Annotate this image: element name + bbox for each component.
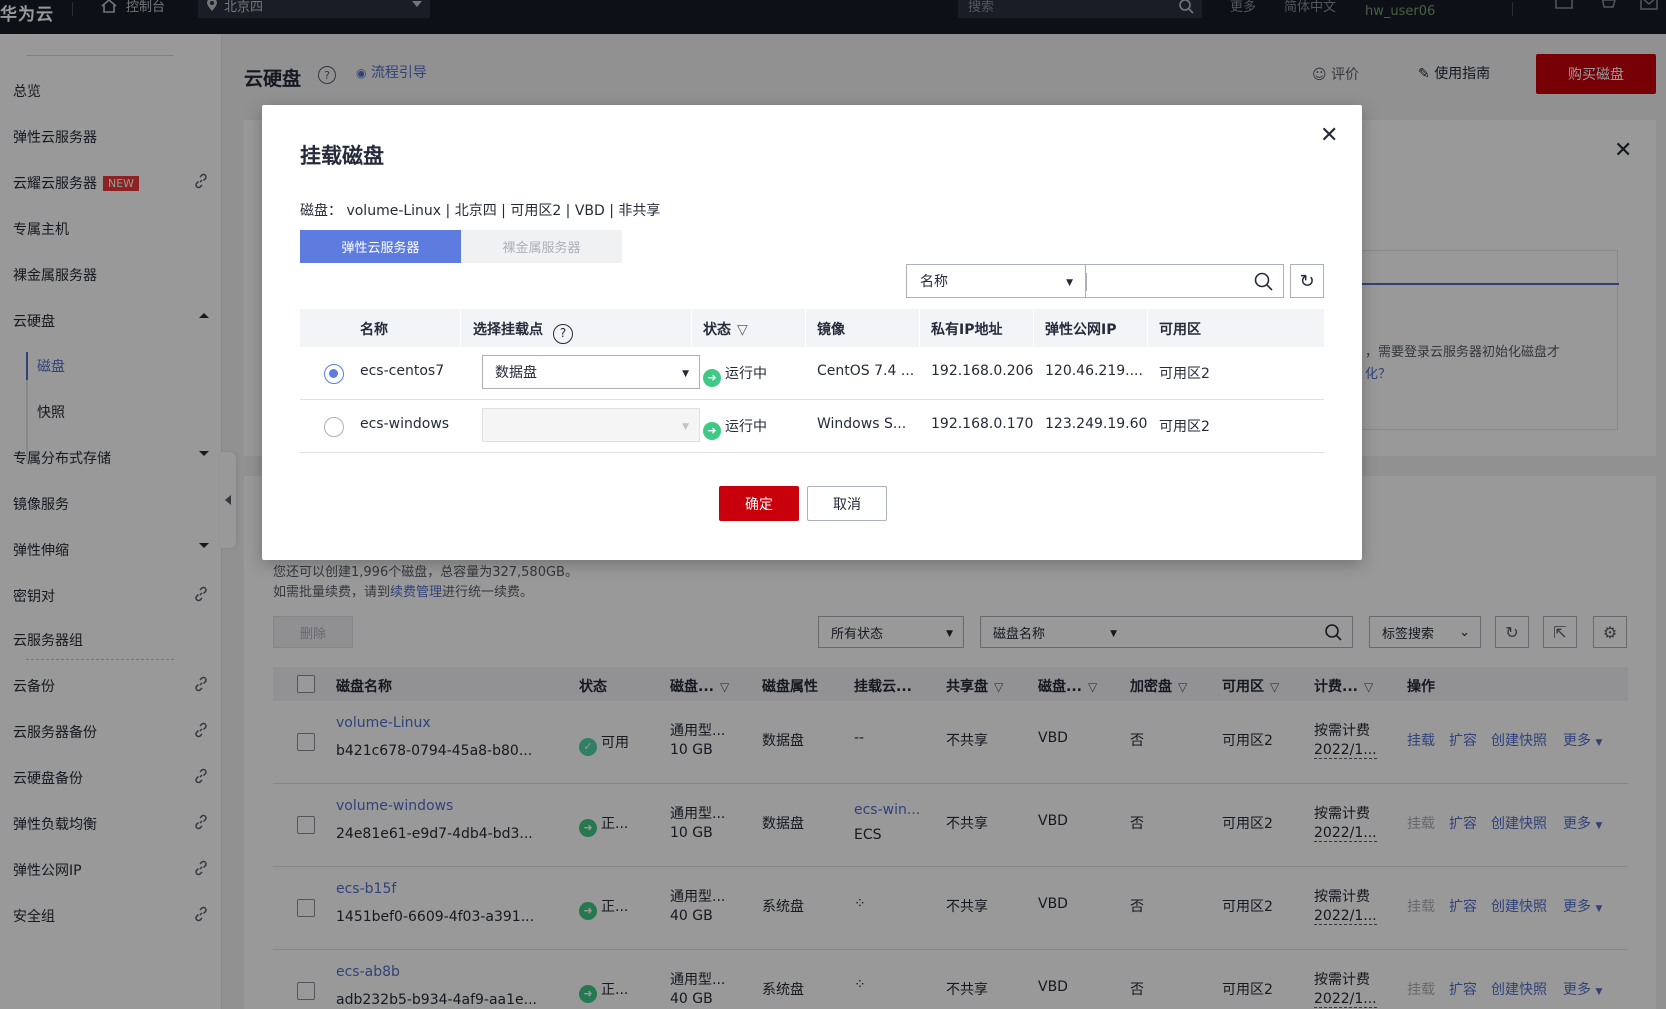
chevron-down-icon: ▼ bbox=[1066, 278, 1073, 288]
eip-value: 123.249.19.60 bbox=[1045, 416, 1148, 432]
close-icon[interactable]: ✕ bbox=[1320, 123, 1338, 148]
chevron-down-icon: ▼ bbox=[682, 422, 689, 432]
dialog-title: 挂载磁盘 bbox=[300, 144, 384, 168]
image-value: Windows S... bbox=[817, 416, 907, 432]
col-eip: 弹性公网IP bbox=[1045, 322, 1117, 338]
divider bbox=[691, 309, 692, 347]
private-ip: 192.168.0.206 bbox=[931, 363, 1034, 379]
status-text: 运行中 bbox=[725, 419, 767, 435]
confirm-button[interactable]: 确定 bbox=[719, 486, 799, 521]
col-mount-point: 选择挂载点? bbox=[473, 319, 573, 344]
private-ip: 192.168.0.170 bbox=[931, 416, 1034, 432]
col-name: 名称 bbox=[360, 322, 388, 338]
col-status[interactable]: 状态 ▽ bbox=[703, 319, 748, 339]
attach-disk-dialog: 挂载磁盘 ✕ 磁盘： volume-Linux | 北京四 | 可用区2 | V… bbox=[262, 105, 1362, 560]
col-az: 可用区 bbox=[1159, 322, 1201, 338]
server-row[interactable]: ecs-centos7 数据盘 ▼ ➜ 运行中 CentOS 7.4 ... 19… bbox=[300, 347, 1324, 400]
col-label: 选择挂载点 bbox=[473, 322, 543, 338]
server-name: ecs-centos7 bbox=[360, 363, 445, 379]
az-value: 可用区2 bbox=[1159, 366, 1210, 382]
status-cell: ➜ 运行中 bbox=[703, 363, 767, 387]
tab-ecs[interactable]: 弹性云服务器 bbox=[300, 230, 461, 263]
server-name: ecs-windows bbox=[360, 416, 450, 432]
col-private-ip: 私有IP地址 bbox=[931, 322, 1003, 338]
col-label: 状态 bbox=[703, 322, 731, 338]
refresh-icon: ↻ bbox=[1299, 270, 1315, 292]
server-search-input[interactable] bbox=[1086, 264, 1284, 298]
row-radio[interactable] bbox=[324, 364, 344, 384]
help-icon[interactable]: ? bbox=[553, 324, 573, 344]
mount-point-select[interactable]: 数据盘 ▼ bbox=[482, 355, 700, 389]
status-cell: ➜ 运行中 bbox=[703, 416, 767, 440]
chevron-down-icon: ▼ bbox=[682, 369, 689, 379]
row-radio[interactable] bbox=[324, 417, 344, 437]
search-icon[interactable] bbox=[1253, 271, 1273, 291]
server-row[interactable]: ecs-windows ▼ ➜ 运行中 Windows S... 192.168.… bbox=[300, 400, 1324, 453]
divider bbox=[919, 309, 920, 347]
status-text: 运行中 bbox=[725, 366, 767, 382]
server-table-header: 名称 选择挂载点? 状态 ▽ 镜像 私有IP地址 弹性公网IP 可用区 bbox=[300, 309, 1324, 347]
mount-point-select: ▼ bbox=[482, 408, 700, 442]
mount-point-value: 数据盘 bbox=[495, 365, 537, 381]
arrow-circle-icon: ➜ bbox=[703, 422, 721, 440]
cancel-button[interactable]: 取消 bbox=[807, 486, 887, 521]
divider bbox=[1147, 309, 1148, 347]
divider bbox=[460, 309, 461, 347]
divider bbox=[1086, 273, 1087, 291]
tab-bms[interactable]: 裸金属服务器 bbox=[461, 230, 622, 263]
refresh-button[interactable]: ↻ bbox=[1290, 264, 1324, 298]
search-field-value: 名称 bbox=[920, 274, 948, 290]
divider bbox=[1033, 309, 1034, 347]
az-value: 可用区2 bbox=[1159, 419, 1210, 435]
image-value: CentOS 7.4 ... bbox=[817, 363, 915, 379]
disk-info: 磁盘： volume-Linux | 北京四 | 可用区2 | VBD | 非共… bbox=[300, 203, 661, 219]
eip-value: 120.46.219.... bbox=[1045, 363, 1143, 379]
divider bbox=[805, 309, 806, 347]
arrow-circle-icon: ➜ bbox=[703, 369, 721, 387]
search-field-select[interactable]: 名称 ▼ bbox=[906, 264, 1086, 298]
filter-icon[interactable]: ▽ bbox=[737, 322, 748, 338]
col-image: 镜像 bbox=[817, 322, 845, 338]
